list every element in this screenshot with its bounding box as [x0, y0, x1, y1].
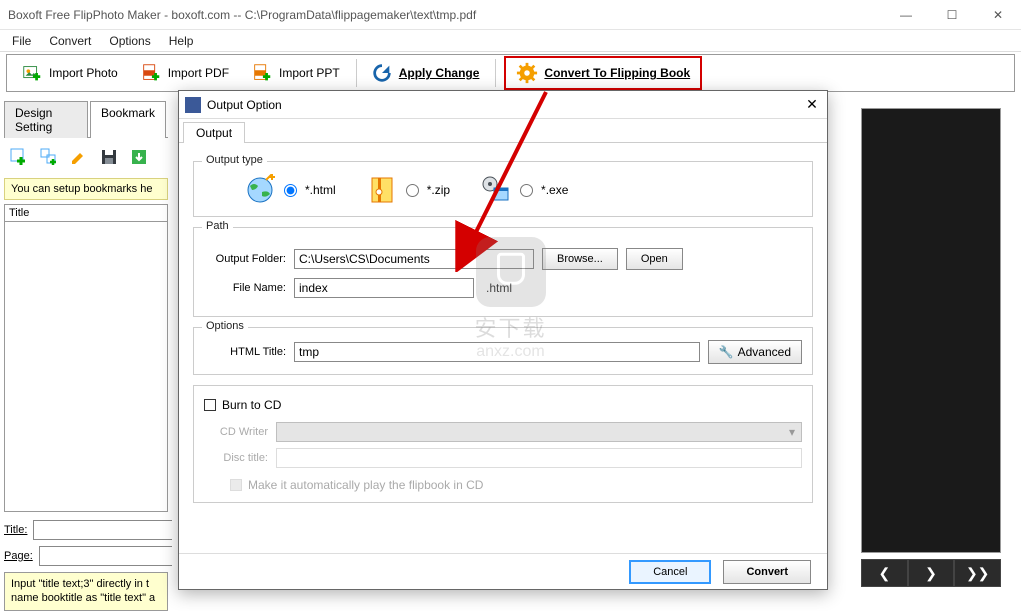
preview-prev-button[interactable]: ❮	[861, 559, 908, 587]
options-legend: Options	[202, 320, 248, 332]
dialog-tab-output[interactable]: Output	[183, 122, 245, 143]
bookmark-setup-message: You can setup bookmarks he	[4, 178, 168, 200]
close-button[interactable]: ✕	[975, 0, 1021, 30]
menu-help[interactable]: Help	[161, 32, 202, 50]
minimize-button[interactable]: —	[883, 0, 929, 30]
left-panel: Design Setting Bookmark You can setup bo…	[0, 98, 172, 597]
preview-fast-button[interactable]: ❯❯	[954, 559, 1001, 587]
output-zip-radio[interactable]	[406, 184, 419, 197]
html-title-input[interactable]	[294, 342, 700, 362]
refresh-icon	[371, 62, 393, 84]
wrench-icon: 🔧	[719, 345, 734, 359]
title-column-header[interactable]: Title	[4, 204, 168, 222]
import-photo-label: Import Photo	[49, 66, 118, 80]
apply-change-button[interactable]: Apply Change	[361, 59, 490, 87]
advanced-button[interactable]: 🔧 Advanced	[708, 340, 802, 364]
maximize-button[interactable]: ☐	[929, 0, 975, 30]
convert-button[interactable]: Convert	[723, 560, 811, 584]
add-child-bookmark-button[interactable]	[36, 144, 62, 170]
preview-next-button[interactable]: ❯	[908, 559, 955, 587]
load-bookmark-button[interactable]	[126, 144, 152, 170]
bookmark-hint: Input "title text;3" directly in t name …	[4, 572, 168, 611]
output-zip-label: *.zip	[427, 183, 450, 197]
tab-design-setting[interactable]: Design Setting	[4, 101, 88, 138]
toolbar-separator	[356, 59, 357, 87]
import-photo-button[interactable]: Import Photo	[11, 59, 128, 87]
dialog-close-button[interactable]: ✕	[803, 96, 821, 114]
open-button[interactable]: Open	[626, 248, 683, 270]
window-titlebar: Boxoft Free FlipPhoto Maker - boxoft.com…	[0, 0, 1021, 30]
pdf-icon	[140, 62, 162, 84]
disc-title-input	[276, 448, 802, 468]
autoplay-checkbox	[230, 479, 242, 491]
edit-bookmark-button[interactable]	[66, 144, 92, 170]
menubar: File Convert Options Help	[0, 30, 1021, 52]
path-legend: Path	[202, 220, 233, 232]
main-toolbar: Import Photo Import PDF Import PPT Apply…	[6, 54, 1015, 92]
output-exe-label: *.exe	[541, 183, 568, 197]
browse-button[interactable]: Browse...	[542, 248, 618, 270]
output-html-radio[interactable]	[284, 184, 297, 197]
cd-writer-label: CD Writer	[204, 426, 268, 438]
gear-icon	[516, 62, 538, 84]
convert-to-flipping-book-button[interactable]: Convert To Flipping Book	[504, 56, 702, 90]
bookmark-list[interactable]	[4, 222, 168, 512]
output-type-group: Output type *.html *.zip *.exe	[193, 161, 813, 217]
dialog-icon	[185, 97, 201, 113]
output-folder-label: Output Folder:	[204, 253, 286, 265]
toolbar-separator	[495, 59, 496, 87]
menu-convert[interactable]: Convert	[41, 32, 99, 50]
import-pdf-label: Import PDF	[168, 66, 229, 80]
advanced-label: Advanced	[738, 345, 791, 359]
output-html-label: *.html	[305, 183, 336, 197]
disc-title-label: Disc title:	[204, 452, 268, 464]
import-pdf-button[interactable]: Import PDF	[130, 59, 239, 87]
burn-to-cd-label: Burn to CD	[222, 398, 281, 412]
file-name-input[interactable]	[294, 278, 474, 298]
window-title: Boxoft Free FlipPhoto Maker - boxoft.com…	[8, 8, 883, 22]
preview-canvas[interactable]	[861, 108, 1001, 553]
file-name-label: File Name:	[204, 282, 286, 294]
photo-icon	[21, 62, 43, 84]
bookmark-tools	[4, 138, 168, 176]
cancel-button[interactable]: Cancel	[629, 560, 711, 584]
output-type-legend: Output type	[202, 154, 267, 166]
import-ppt-button[interactable]: Import PPT	[241, 59, 350, 87]
import-ppt-label: Import PPT	[279, 66, 340, 80]
output-option-dialog: Output Option ✕ Output Output type *.htm…	[178, 90, 828, 590]
add-bookmark-button[interactable]	[6, 144, 32, 170]
options-group: Options HTML Title: 🔧 Advanced	[193, 327, 813, 375]
exe-icon	[480, 174, 512, 206]
panel-tabs: Design Setting Bookmark	[4, 100, 168, 138]
dialog-title: Output Option	[207, 98, 803, 112]
output-exe-radio[interactable]	[520, 184, 533, 197]
zip-icon	[366, 174, 398, 206]
convert-flip-label: Convert To Flipping Book	[544, 66, 690, 80]
file-suffix: .html	[486, 281, 512, 295]
title-label: Title:	[4, 524, 27, 536]
globe-icon	[244, 174, 276, 206]
menu-file[interactable]: File	[4, 32, 39, 50]
ppt-icon	[251, 62, 273, 84]
tab-bookmark[interactable]: Bookmark	[90, 101, 166, 138]
preview-nav: ❮ ❯ ❯❯	[861, 559, 1001, 587]
path-group: Path Output Folder: Browse... Open File …	[193, 227, 813, 317]
autoplay-label: Make it automatically play the flipbook …	[248, 478, 483, 492]
burn-group: Burn to CD CD Writer Disc title: Make it…	[193, 385, 813, 503]
burn-to-cd-checkbox[interactable]	[204, 399, 216, 411]
html-title-label: HTML Title:	[204, 346, 286, 358]
output-folder-input[interactable]	[294, 249, 534, 269]
save-bookmark-button[interactable]	[96, 144, 122, 170]
menu-options[interactable]: Options	[101, 32, 158, 50]
page-label: Page:	[4, 550, 33, 562]
cd-writer-combo	[276, 422, 802, 442]
apply-change-label: Apply Change	[399, 66, 480, 80]
